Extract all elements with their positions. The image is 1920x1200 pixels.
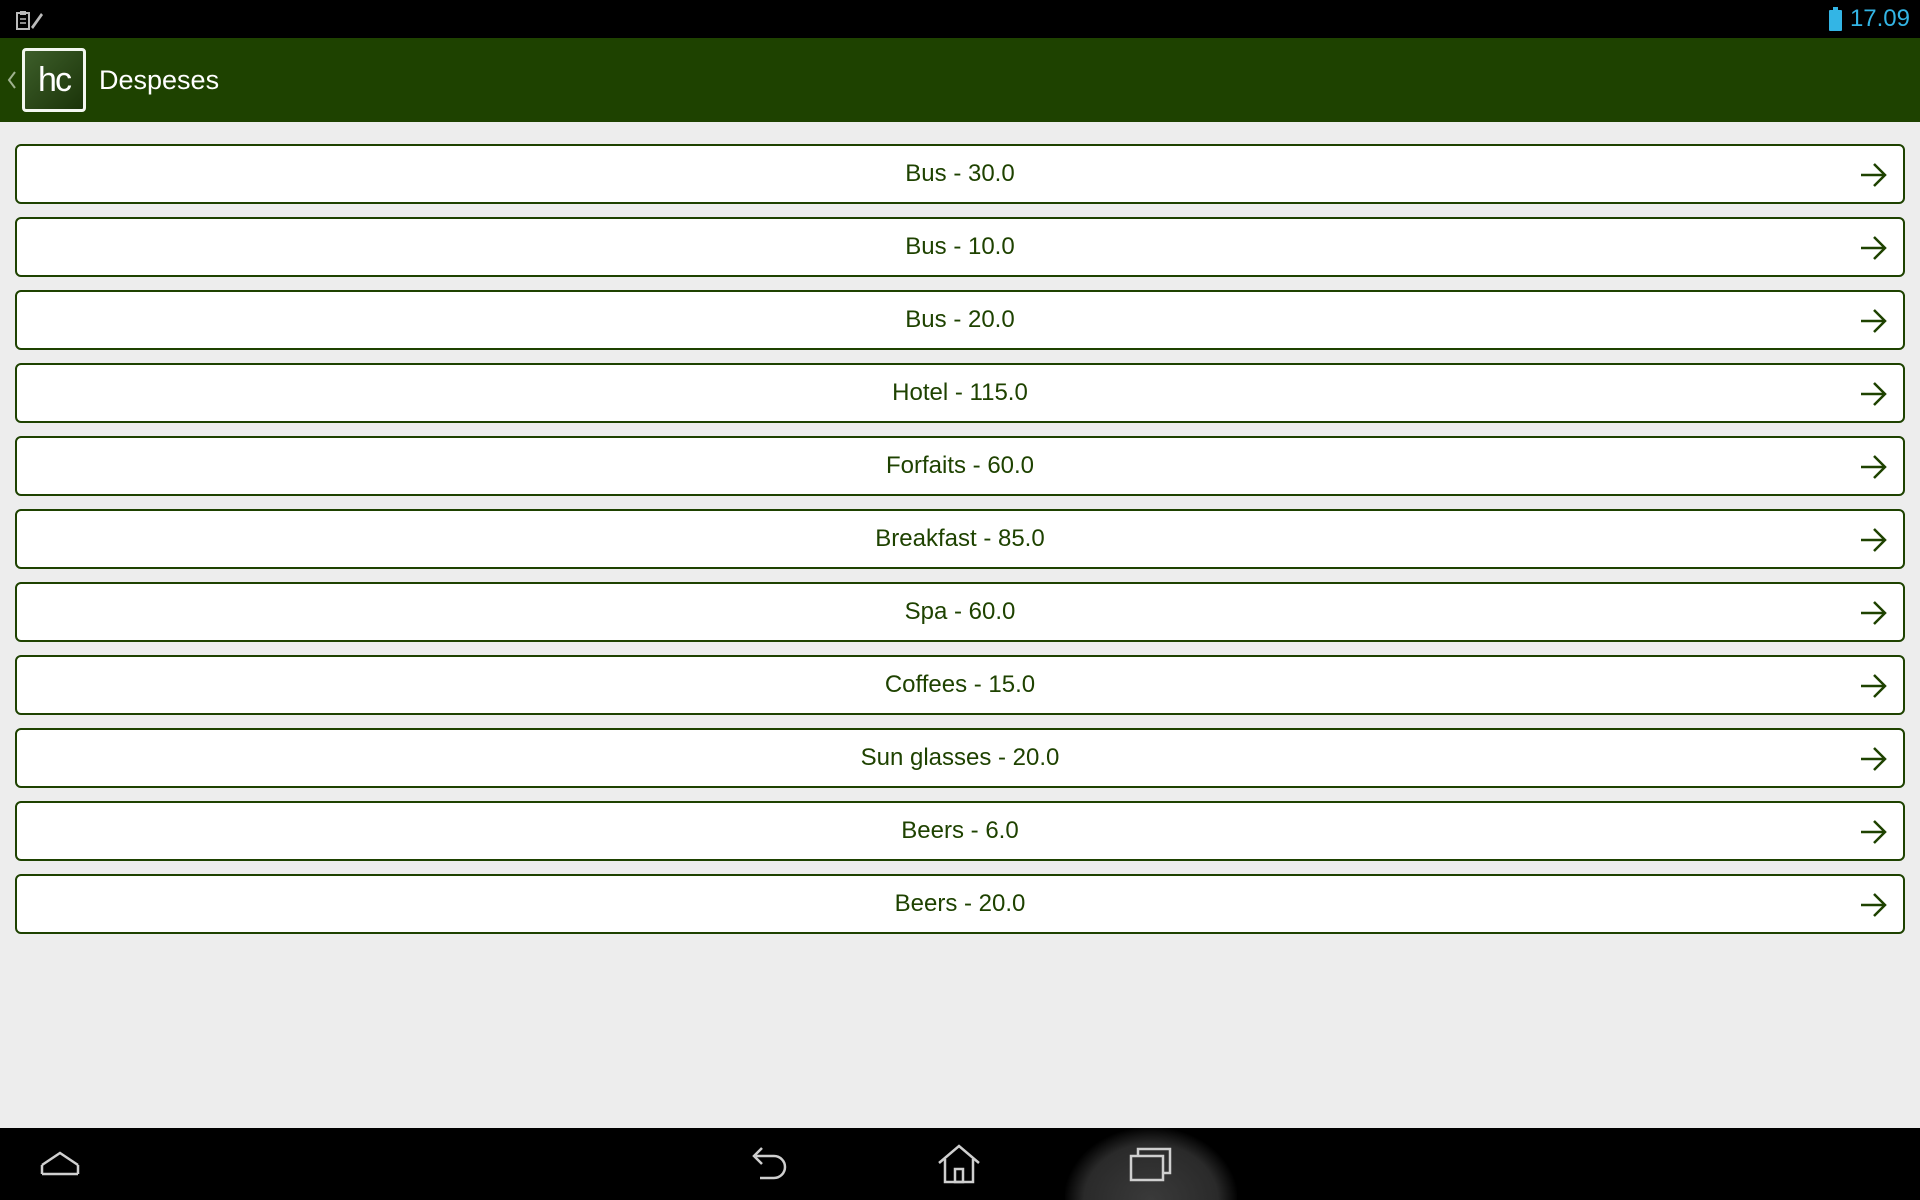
list-item-label: Bus - 20.0 [905, 306, 1015, 333]
expense-list: Bus - 30.0 Bus - 10.0 Bus - 20.0 Hotel -… [15, 144, 1905, 947]
arrow-right-icon [1861, 893, 1887, 917]
list-item-label: Beers - 6.0 [901, 817, 1019, 844]
list-item[interactable]: Forfaits - 60.0 [15, 436, 1905, 496]
list-item[interactable]: Beers - 20.0 [15, 874, 1905, 934]
recent-apps-icon[interactable] [1101, 1128, 1201, 1200]
list-item-label: Breakfast - 85.0 [875, 525, 1045, 552]
list-item[interactable]: Bus - 10.0 [15, 217, 1905, 277]
app-logo-text: hc [38, 60, 72, 99]
arrow-right-icon [1861, 455, 1887, 479]
list-item[interactable]: Sun glasses - 20.0 [15, 728, 1905, 788]
arrow-right-icon [1861, 674, 1887, 698]
back-icon[interactable] [718, 1128, 818, 1200]
list-item-label: Hotel - 115.0 [892, 379, 1028, 406]
action-bar: hc Despeses [0, 38, 1920, 122]
navigation-bar [0, 1128, 1920, 1200]
list-item-label: Beers - 20.0 [894, 890, 1026, 917]
status-bar: 17.09 [0, 0, 1920, 38]
list-item[interactable]: Breakfast - 85.0 [15, 509, 1905, 569]
list-item[interactable]: Beers - 6.0 [15, 801, 1905, 861]
list-item[interactable]: Coffees - 15.0 [15, 655, 1905, 715]
list-item-label: Bus - 10.0 [905, 233, 1015, 260]
arrow-right-icon [1861, 236, 1887, 260]
list-item[interactable]: Spa - 60.0 [15, 582, 1905, 642]
list-item-label: Spa - 60.0 [904, 598, 1016, 625]
list-item[interactable]: Bus - 20.0 [15, 290, 1905, 350]
list-item-label: Forfaits - 60.0 [885, 452, 1035, 479]
app-logo[interactable]: hc [22, 48, 86, 112]
list-item-label: Coffees - 15.0 [884, 671, 1036, 698]
arrow-right-icon [1861, 601, 1887, 625]
chevron-left-icon[interactable] [2, 38, 22, 122]
arrow-right-icon [1861, 309, 1887, 333]
page-title: Despeses [99, 64, 220, 95]
hide-keyboard-icon[interactable] [10, 1128, 110, 1200]
clipboard-notification-icon [16, 9, 44, 31]
arrow-right-icon [1861, 163, 1887, 187]
arrow-right-icon [1861, 747, 1887, 771]
list-item-label: Sun glasses - 20.0 [860, 744, 1060, 771]
status-right: 17.09 [1828, 0, 1910, 38]
battery-icon [1828, 7, 1842, 31]
clock: 17.09 [1849, 5, 1910, 32]
list-item-label: Bus - 30.0 [905, 160, 1015, 187]
list-item[interactable]: Bus - 30.0 [15, 144, 1905, 204]
list-item[interactable]: Hotel - 115.0 [15, 363, 1905, 423]
home-icon[interactable] [909, 1128, 1009, 1200]
arrow-right-icon [1861, 820, 1887, 844]
arrow-right-icon [1861, 528, 1887, 552]
arrow-right-icon [1861, 382, 1887, 406]
